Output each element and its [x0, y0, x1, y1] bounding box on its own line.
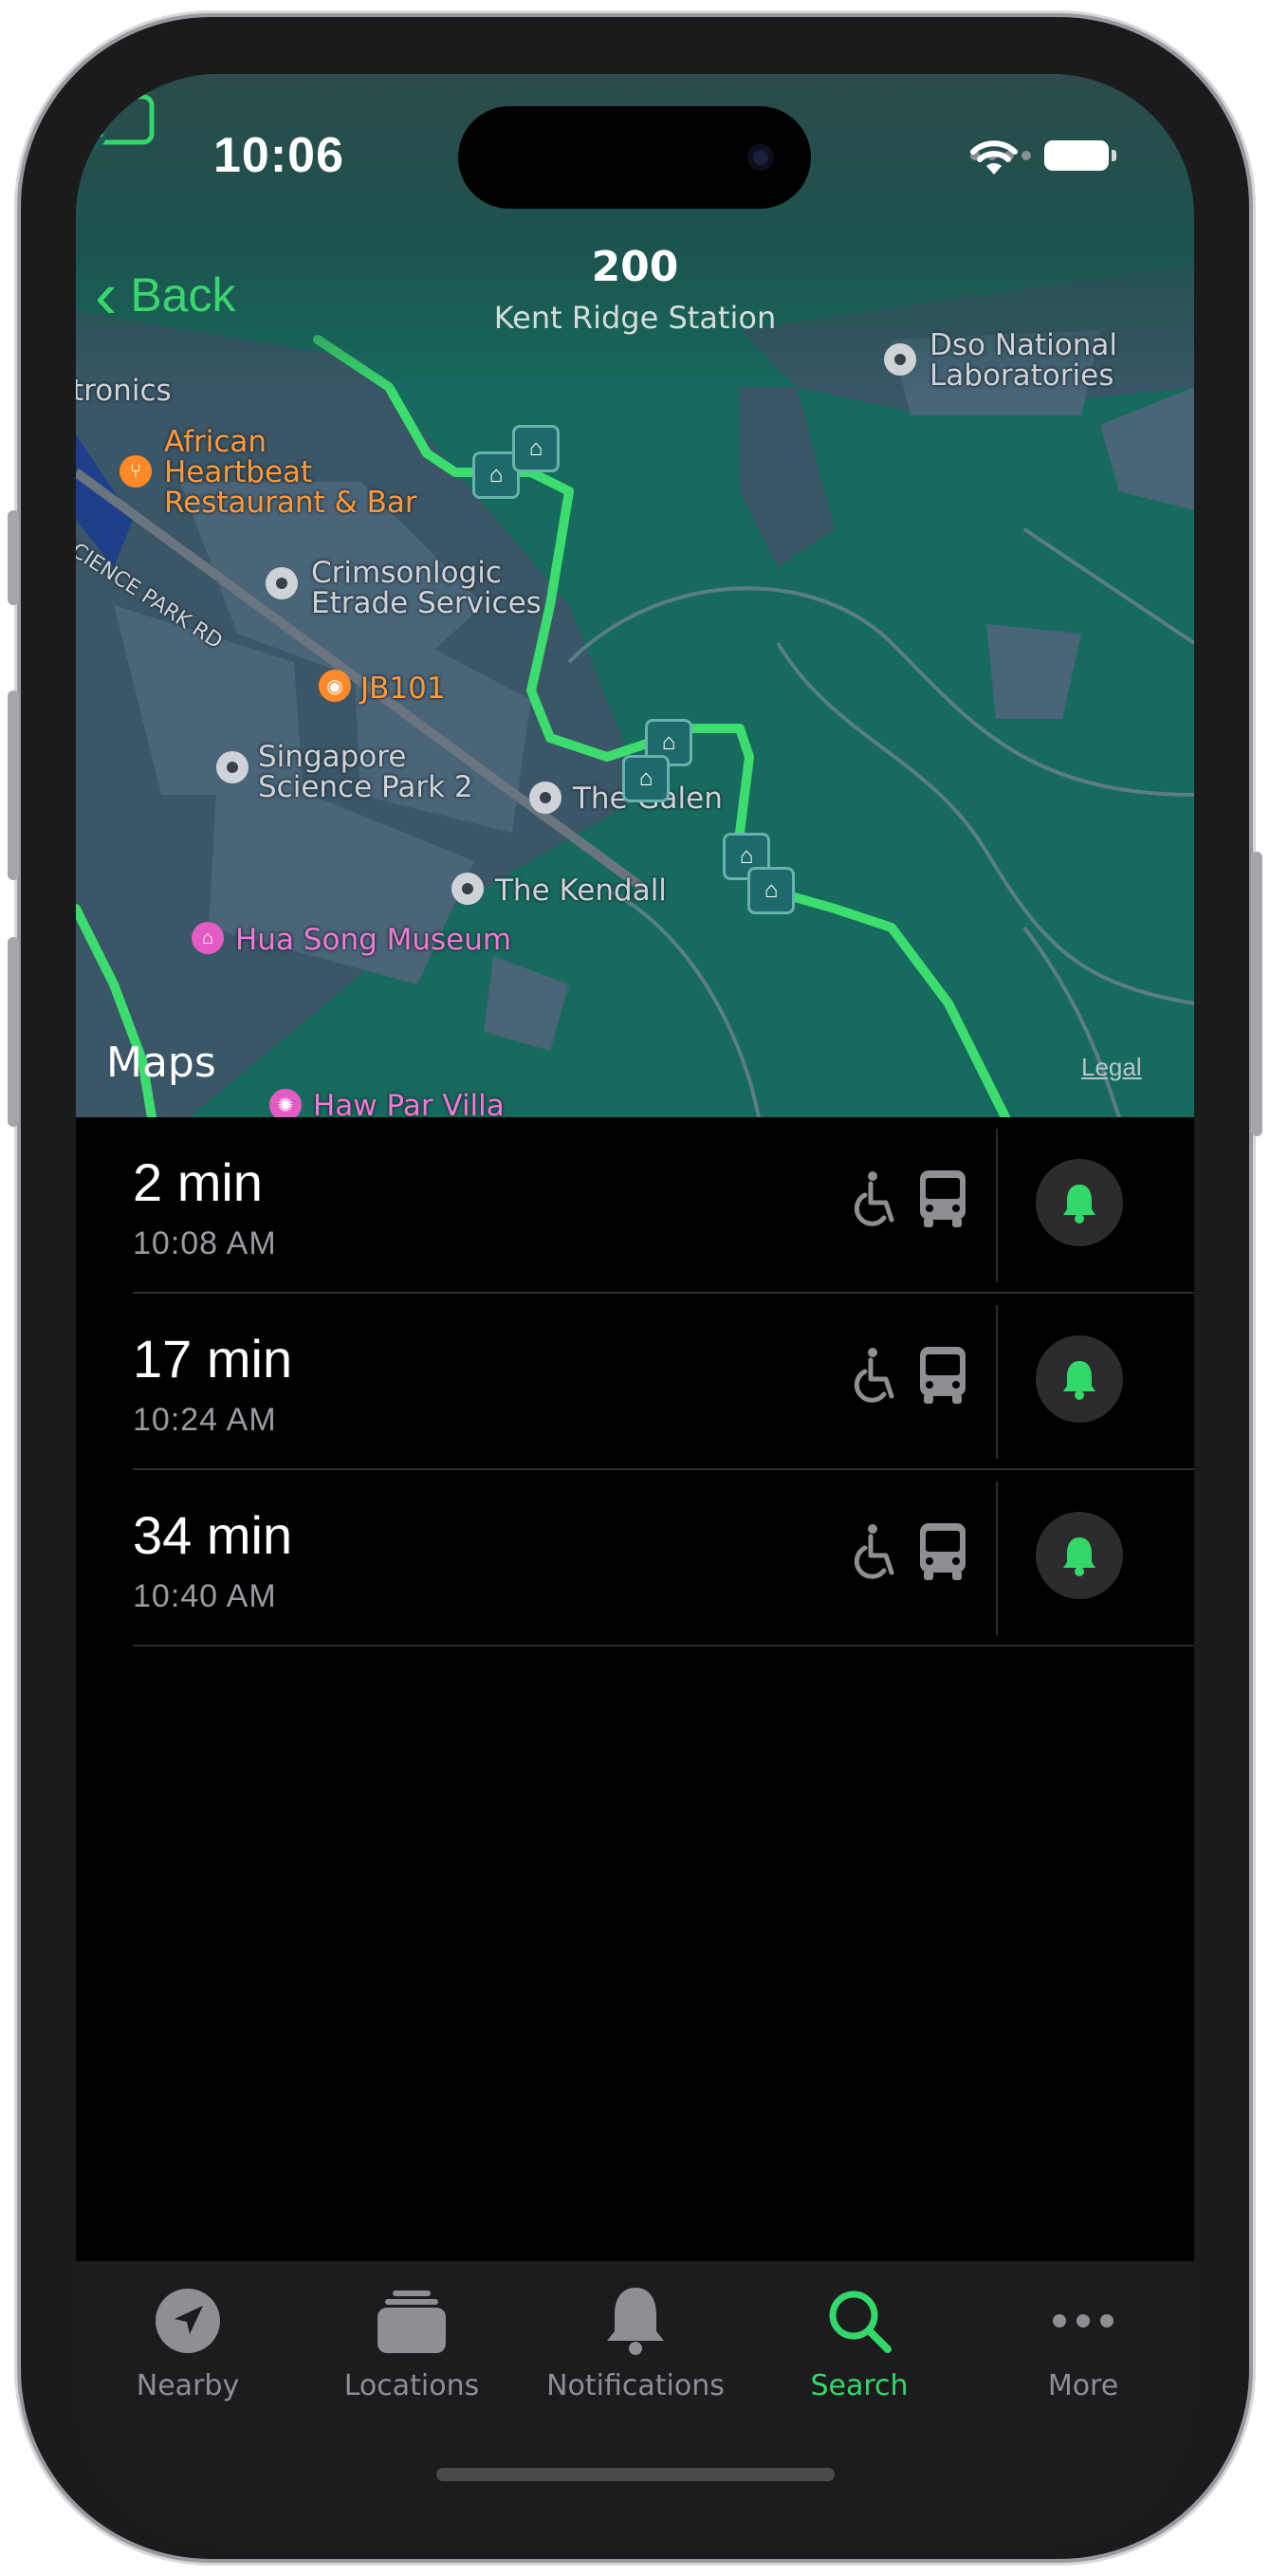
bus-stop-marker-icon[interactable]: ⌂ — [747, 867, 795, 914]
arrival-time: 10:40 AM — [133, 1578, 277, 1614]
row-separator — [996, 1305, 998, 1459]
departure-row[interactable]: 17 min 10:24 AM — [76, 1294, 1194, 1470]
location-arrow-icon — [156, 2289, 220, 2353]
bell-icon — [607, 2288, 664, 2355]
add-to-collection-icon[interactable] — [76, 74, 161, 150]
screen: tronics ⑂ African Heartbeat Restaurant &… — [76, 74, 1194, 2548]
map-label-the-kendall[interactable]: The Kendall — [495, 875, 667, 906]
tab-label: Locations — [343, 2369, 480, 2402]
restaurant-pin-icon[interactable]: ⑂ — [120, 455, 152, 488]
arrival-minutes: 17 min — [133, 1329, 293, 1389]
status-time: 10:06 — [213, 128, 344, 183]
camera-icon — [747, 144, 774, 171]
map-label-hua-song-museum[interactable]: Hua Song Museum — [235, 925, 511, 955]
action-button — [8, 510, 19, 605]
map-label-singapore-science-park[interactable]: Singapore Science Park 2 — [258, 742, 473, 802]
poi-pin-icon[interactable] — [266, 567, 298, 599]
map-label-crimsonlogic[interactable]: Crimsonlogic Etrade Services — [311, 558, 542, 618]
bus-stop-marker-icon[interactable]: ⌂ — [622, 755, 670, 802]
map-label-dso-national-laboratories[interactable]: Dso National Laboratories — [929, 330, 1117, 391]
poi-pin-icon[interactable] — [884, 343, 916, 376]
wheelchair-icon — [854, 1524, 894, 1579]
tab-nearby[interactable]: Nearby — [76, 2278, 300, 2402]
map-label-haw-par-villa[interactable]: Haw Par Villa — [313, 1091, 505, 1117]
notify-bell-button[interactable] — [1036, 1512, 1123, 1599]
tab-label: Notifications — [546, 2369, 725, 2402]
notify-bell-button[interactable] — [1036, 1335, 1123, 1423]
tab-label: Search — [810, 2369, 909, 2402]
wheelchair-icon — [854, 1171, 894, 1226]
departure-row[interactable]: 2 min 10:08 AM — [76, 1117, 1194, 1294]
bell-icon — [1063, 1185, 1095, 1224]
tab-label: More — [1047, 2369, 1119, 2402]
tab-locations[interactable]: Locations — [300, 2278, 524, 2402]
food-pin-icon[interactable]: ◉ — [319, 670, 351, 702]
bell-icon — [1063, 1361, 1095, 1400]
row-separator — [996, 1481, 998, 1635]
tab-bar: Nearby Locations Notifications Search Mo… — [76, 2261, 1194, 2548]
bell-icon — [1063, 1537, 1095, 1576]
stop-name-subtitle: Kent Ridge Station — [493, 300, 777, 336]
map-view[interactable]: tronics ⑂ African Heartbeat Restaurant &… — [76, 74, 1194, 1117]
departures-list: 2 min 10:08 AM 17 min 10:24 AM 34 min 10… — [76, 1117, 1194, 1647]
legal-link[interactable]: Legal — [1081, 1053, 1142, 1082]
map-label-jb101[interactable]: JB101 — [360, 673, 446, 704]
wifi-icon — [970, 140, 1018, 175]
bus-icon — [920, 1523, 966, 1580]
tab-notifications[interactable]: Notifications — [524, 2278, 747, 2402]
tab-search[interactable]: Search — [747, 2278, 971, 2402]
dynamic-island — [458, 106, 811, 209]
map-label-african-heartbeat[interactable]: African Heartbeat Restaurant & Bar — [164, 427, 417, 518]
arrival-minutes: 2 min — [133, 1152, 263, 1212]
volume-up-button — [8, 690, 19, 880]
magnifier-icon — [829, 2291, 892, 2353]
notify-bell-button[interactable] — [1036, 1159, 1123, 1246]
route-number-title: 200 — [591, 243, 679, 291]
row-separator — [996, 1129, 998, 1282]
bus-icon — [920, 1347, 966, 1404]
battery-icon — [1044, 140, 1116, 171]
home-indicator[interactable] — [436, 2468, 835, 2481]
museum-pin-icon[interactable]: ⌂ — [192, 922, 224, 954]
poi-pin-icon[interactable] — [216, 751, 248, 783]
poi-pin-icon[interactable] — [451, 873, 484, 905]
map-label-electronics[interactable]: tronics — [76, 376, 172, 406]
arrival-time: 10:24 AM — [133, 1402, 277, 1438]
wheelchair-icon — [854, 1348, 894, 1403]
arrival-minutes: 34 min — [133, 1505, 293, 1565]
arrival-time: 10:08 AM — [133, 1225, 277, 1261]
bus-icon — [920, 1170, 966, 1227]
tab-more[interactable]: More — [971, 2278, 1194, 2402]
row-divider — [133, 1645, 1194, 1647]
attraction-pin-icon[interactable]: ✺ — [269, 1089, 302, 1117]
power-button — [1251, 852, 1262, 1136]
building-pin-icon[interactable] — [529, 782, 561, 814]
apple-maps-logo: Maps — [106, 1039, 216, 1087]
status-indicators — [970, 140, 1116, 175]
ellipsis-icon — [1053, 2314, 1114, 2328]
volume-down-button — [8, 937, 19, 1127]
tab-label: Nearby — [136, 2369, 240, 2402]
bus-stop-marker-icon[interactable]: ⌂ — [512, 425, 560, 472]
departure-row[interactable]: 34 min 10:40 AM — [76, 1470, 1194, 1647]
stacked-cards-icon — [377, 2291, 446, 2353]
